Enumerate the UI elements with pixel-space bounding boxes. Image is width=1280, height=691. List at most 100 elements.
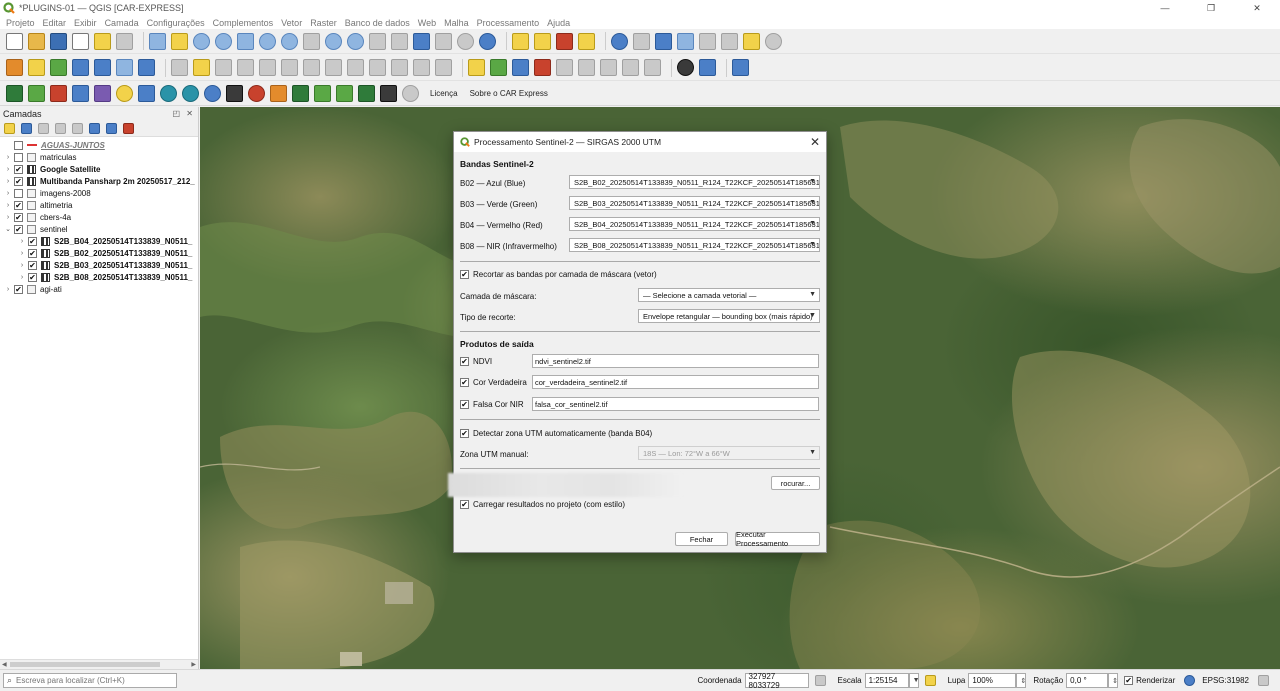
open-project-icon[interactable] [28, 32, 45, 50]
plugin-leaf-icon[interactable] [28, 85, 45, 102]
false-color-filename-input[interactable]: falsa_cor_sentinel2.tif [532, 397, 819, 411]
layer-tree-row[interactable]: › ✔ S2B_B03_20250514T133839_N0511_ [0, 259, 198, 271]
zoom-to-selection-icon[interactable] [259, 32, 276, 50]
bookmarks-manager-icon[interactable] [435, 32, 452, 50]
utm-manual-select[interactable]: 18S — Lon: 72°W a 66°W ▼ [638, 446, 820, 460]
new-geopackage-icon[interactable] [138, 59, 155, 76]
coordinate-field[interactable]: 327927 8033729 [744, 672, 809, 690]
label-options-icon[interactable] [644, 59, 661, 76]
layer-tree-row[interactable]: › imagens-2008 [0, 187, 198, 199]
menu-configuracoes[interactable]: Configurações [147, 18, 205, 28]
menu-editar[interactable]: Editar [43, 18, 67, 28]
true-color-filename-input[interactable]: cor_verdadeira_sentinel2.tif [532, 375, 819, 389]
manage-map-themes-icon[interactable] [38, 122, 49, 134]
rotation-field[interactable]: 0,0 ° [1066, 673, 1109, 688]
clip-checkbox[interactable]: ✔ [460, 270, 469, 279]
move-diagram-icon[interactable] [622, 59, 639, 76]
load-results-checkbox[interactable]: ✔ [460, 500, 469, 509]
layer-visibility-checkbox[interactable]: ✔ [14, 212, 23, 222]
true-color-checkbox-row[interactable]: ✔ Cor Verdadeira [460, 378, 527, 387]
python-console-icon[interactable] [699, 59, 716, 76]
ndvi-checkbox[interactable]: ✔ [460, 357, 469, 366]
label-tool-icon[interactable] [468, 59, 485, 76]
zoom-next-icon[interactable] [347, 32, 364, 50]
zoom-last-icon[interactable] [325, 32, 342, 50]
plugin-gear-icon[interactable] [72, 85, 89, 102]
statistics-icon[interactable] [677, 32, 694, 50]
layer-tree-row[interactable]: › ✔ S2B_B02_20250514T133839_N0511_ [0, 247, 198, 259]
layer-visibility-checkbox[interactable]: ✔ [28, 260, 37, 270]
utm-auto-checkbox[interactable]: ✔ [460, 429, 469, 438]
layers-horizontal-scrollbar[interactable]: ◀ ▶ [0, 659, 198, 669]
menu-processamento[interactable]: Processamento [477, 18, 540, 28]
menu-web[interactable]: Web [418, 18, 436, 28]
layer-tree-row[interactable]: › ✔ Multibanda Pansharp 2m 20250517_212_ [0, 175, 198, 187]
plugin-map-icon[interactable] [138, 85, 155, 102]
layer-tree-row[interactable]: › matriculas [0, 151, 198, 163]
delete-selected-icon[interactable] [325, 59, 342, 76]
add-raster-icon[interactable] [94, 59, 111, 76]
help-icon[interactable] [732, 59, 749, 76]
style-layer-icon[interactable] [4, 122, 15, 134]
menu-malha[interactable]: Malha [444, 18, 469, 28]
licenca-link[interactable]: Licença [430, 89, 458, 98]
measure-icon[interactable] [721, 32, 738, 50]
bookmark-icon[interactable] [413, 32, 430, 50]
false-color-checkbox-row[interactable]: ✔ Falsa Cor NIR [460, 400, 524, 409]
plugin-chart-icon[interactable] [226, 85, 243, 102]
annotation-icon[interactable] [765, 32, 782, 50]
sobre-car-express-link[interactable]: Sobre o CAR Express [470, 89, 548, 98]
zoom-in-icon[interactable] [193, 32, 210, 50]
expand-all-icon[interactable] [89, 122, 100, 134]
plugin-tree-icon[interactable] [314, 85, 331, 102]
layer-visibility-checkbox[interactable]: ✔ [28, 248, 37, 258]
zoom-out-icon[interactable] [215, 32, 232, 50]
add-feature-icon[interactable] [259, 59, 276, 76]
menu-vetor[interactable]: Vetor [281, 18, 302, 28]
scroll-left-icon[interactable]: ◀ [2, 661, 7, 668]
plugin-fire-icon[interactable] [270, 85, 287, 102]
remove-layer-icon[interactable] [123, 122, 134, 134]
layer-tree-row[interactable]: › ✔ altimetria [0, 199, 198, 211]
ndvi-checkbox-row[interactable]: ✔ NDVI [460, 357, 492, 366]
chevron-down-icon[interactable]: ▼ [908, 673, 920, 688]
new-print-layout-icon[interactable] [72, 32, 89, 50]
mask-layer-select[interactable]: — Selecione a camada vetorial — ▼ [638, 288, 820, 302]
plugin-target-icon[interactable] [248, 85, 265, 102]
expand-arrow-icon[interactable]: › [4, 286, 12, 293]
close-button[interactable]: Fechar [675, 532, 728, 546]
lock-scale-icon[interactable] [924, 675, 936, 686]
open-table-icon[interactable] [699, 32, 716, 50]
filter-expression-icon[interactable] [72, 122, 83, 134]
render-checkbox[interactable]: ✔ [1124, 676, 1134, 685]
show-hide-labels-icon[interactable] [534, 59, 551, 76]
paste-features-icon[interactable] [391, 59, 408, 76]
data-source-manager-icon[interactable] [6, 59, 23, 76]
expand-arrow-icon[interactable]: › [4, 154, 12, 161]
close-icon[interactable]: ✕ [810, 135, 820, 149]
plugin-terrain-icon[interactable] [292, 85, 309, 102]
true-color-checkbox[interactable]: ✔ [460, 378, 469, 387]
ndvi-filename-input[interactable]: ndvi_sentinel2.tif [532, 354, 819, 368]
collapse-arrow-icon[interactable]: ⌄ [4, 225, 12, 233]
layer-visibility-checkbox[interactable]: ✔ [14, 176, 23, 186]
select-by-value-icon[interactable] [534, 32, 551, 50]
layer-tree-row[interactable]: ⌄ ✔ sentinel [0, 223, 198, 235]
move-label-icon[interactable] [556, 59, 573, 76]
select-location-icon[interactable] [578, 32, 595, 50]
band-b03-select[interactable]: S2B_B03_20250514T133839_N0511_R124_T22KC… [569, 196, 820, 210]
attribute-table-icon[interactable] [633, 32, 650, 50]
cut-features-icon[interactable] [347, 59, 364, 76]
plugin-book-icon[interactable] [50, 85, 67, 102]
expand-arrow-icon[interactable]: › [18, 262, 26, 269]
toggle-extents-icon[interactable] [814, 675, 826, 686]
filter-legend-icon[interactable] [55, 122, 66, 134]
modify-attributes-icon[interactable] [303, 59, 320, 76]
layer-visibility-checkbox[interactable]: ✔ [14, 164, 23, 174]
processing-toolbox-icon[interactable] [655, 32, 672, 50]
expand-arrow-icon[interactable]: › [4, 214, 12, 221]
copy-features-icon[interactable] [369, 59, 386, 76]
plugin-cycle-icon[interactable] [160, 85, 177, 102]
expand-arrow-icon[interactable]: › [4, 190, 12, 197]
zoom-full-icon[interactable] [237, 32, 254, 50]
